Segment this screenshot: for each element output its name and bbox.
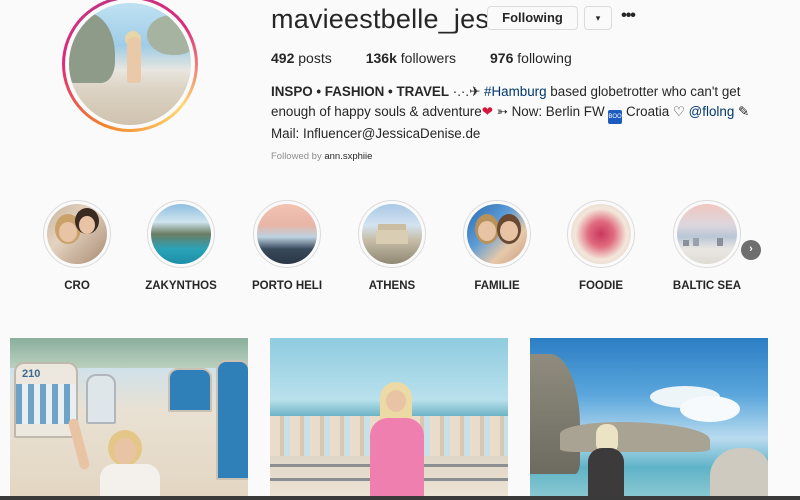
post-person-body (100, 464, 160, 500)
profile-avatar[interactable] (62, 0, 198, 132)
highlight-athens-icon (362, 204, 422, 264)
following-button[interactable]: Following (487, 6, 578, 30)
followed-by: Followed by ann.sxphiie (271, 151, 372, 162)
highlight-ring (567, 200, 635, 268)
highlight-label: ATHENS (368, 280, 416, 292)
highlight-ring (147, 200, 215, 268)
profile-username: mavieestbelle_jessi (271, 4, 509, 34)
highlight-label: ZAKYNTHOS (145, 280, 217, 292)
highlight-familie[interactable]: FAMILIE (460, 200, 534, 292)
rock-ridge (560, 422, 710, 452)
highlight-ring (463, 200, 531, 268)
pink-dress (370, 418, 424, 500)
beach-chair-sign: 210 (22, 368, 41, 380)
beach-chair (168, 368, 212, 412)
highlight-cro[interactable]: CRO (40, 200, 114, 292)
highlight-porto-heli-icon (257, 204, 317, 264)
chevron-right-icon[interactable]: › (741, 240, 761, 260)
profile-bio: INSPO • FASHION • TRAVEL ·.·.✈ #Hamburg … (271, 82, 781, 144)
avatar-photo (69, 3, 191, 125)
highlight-foodie-icon (571, 204, 631, 264)
following-stat[interactable]: 976 following (490, 50, 572, 66)
highlight-label: CRO (64, 280, 90, 292)
cloud (680, 396, 740, 422)
followed-by-user-link[interactable]: ann.sxphiie (324, 151, 372, 162)
post-pink-dress-beach[interactable] (270, 338, 508, 500)
posts-label: posts (298, 50, 332, 66)
avatar-person (127, 37, 141, 83)
chevron-down-icon[interactable]: ▾ (584, 6, 612, 30)
more-options-icon[interactable]: ••• (618, 6, 638, 30)
profile-stats: 492 posts 136k followers 976 following (271, 50, 572, 66)
highlight-label: PORTO HELI (251, 280, 323, 292)
post-beach-chairs[interactable]: 210 (10, 338, 248, 500)
highlight-familie-icon (467, 204, 527, 264)
highlight-label: BALTIC SEA (672, 280, 742, 292)
story-highlights: CRO ZAKYNTHOS PORTO HELI ATHENS FAMILIE … (40, 200, 760, 300)
posts-count: 492 (271, 50, 295, 66)
following-count: 976 (490, 50, 514, 66)
avatar-rock-right (147, 15, 191, 55)
highlight-foodie[interactable]: FOODIE (564, 200, 638, 292)
followers-stat[interactable]: 136k followers (366, 50, 456, 66)
highlight-zakynthos-icon (151, 204, 211, 264)
bio-mention-link[interactable]: @flolng (689, 104, 735, 119)
followers-label: followers (400, 50, 457, 66)
followers-count: 136k (365, 50, 397, 66)
highlight-label: FAMILIE (474, 280, 520, 292)
post-coast-rocks[interactable] (530, 338, 768, 500)
bio-text-now: ➳ Now: Berlin FW (492, 104, 609, 119)
highlight-baltic-sea-icon (677, 204, 737, 264)
bio-hashtag-link[interactable]: #Hamburg (484, 84, 547, 99)
highlight-ring (358, 200, 426, 268)
posts-stat: 492 posts (271, 50, 332, 66)
post-person-body (588, 448, 624, 500)
highlight-ring (673, 200, 741, 268)
bio-text-croatia: Croatia ♡ (622, 104, 689, 119)
rock-cliff (530, 354, 580, 474)
followed-by-prefix: Followed by (271, 151, 325, 162)
post-person-face (114, 438, 136, 464)
bio-name: INSPO • FASHION • TRAVEL (271, 84, 450, 99)
highlight-ring (43, 200, 111, 268)
highlight-zakynthos[interactable]: ZAKYNTHOS (144, 200, 218, 292)
beach-chair (216, 360, 248, 480)
post-person-face (386, 390, 406, 412)
post-person-arm (67, 417, 91, 471)
avatar-rock (69, 13, 115, 83)
highlight-athens[interactable]: ATHENS (355, 200, 429, 292)
highlight-baltic-sea[interactable]: BALTIC SEA (670, 200, 744, 292)
bio-plane: ·.·.✈ (449, 84, 485, 99)
highlight-porto-heli[interactable]: PORTO HELI (250, 200, 324, 292)
rock-foreground (710, 448, 768, 500)
highlight-label: FOODIE (578, 280, 624, 292)
following-label: following (517, 50, 572, 66)
booking-badge-icon: BOOK (608, 110, 626, 124)
highlight-cro-icon (47, 204, 107, 264)
beach-chair (86, 374, 116, 424)
highlight-ring (253, 200, 321, 268)
heart-icon: ❤ (481, 104, 493, 119)
avatar-inner (65, 0, 195, 129)
window-bottom-edge (0, 496, 800, 500)
